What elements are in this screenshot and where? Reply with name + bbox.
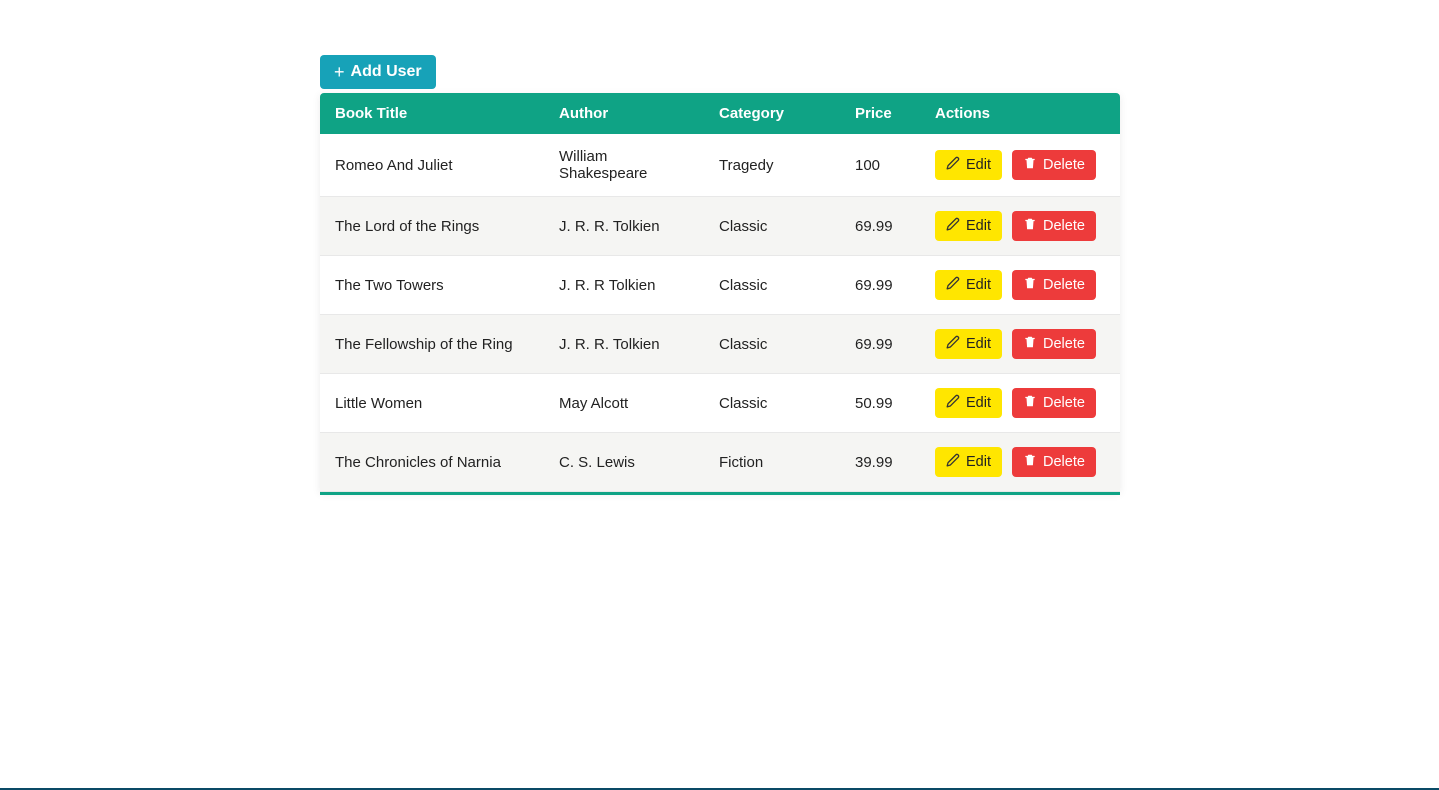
cell-actions: Edit Delete	[920, 433, 1120, 492]
header-title: Book Title	[320, 93, 544, 134]
cell-category: Classic	[704, 315, 840, 374]
table-row: Romeo And JulietWilliam ShakespeareTrage…	[320, 134, 1120, 197]
table-row: Little WomenMay AlcottClassic50.99 Edit De…	[320, 374, 1120, 433]
delete-button[interactable]: Delete	[1012, 388, 1096, 418]
trash-icon	[1023, 394, 1037, 412]
delete-button[interactable]: Delete	[1012, 211, 1096, 241]
trash-icon	[1023, 217, 1037, 235]
edit-button[interactable]: Edit	[935, 388, 1002, 418]
cell-category: Classic	[704, 197, 840, 256]
cell-category: Fiction	[704, 433, 840, 492]
books-table: Book Title Author Category Price Actions…	[320, 93, 1120, 492]
header-price: Price	[840, 93, 920, 134]
pencil-icon	[946, 156, 960, 174]
edit-label: Edit	[966, 277, 991, 293]
cell-title: The Fellowship of the Ring	[320, 315, 544, 374]
delete-button[interactable]: Delete	[1012, 329, 1096, 359]
cell-price: 50.99	[840, 374, 920, 433]
header-actions: Actions	[920, 93, 1120, 134]
delete-label: Delete	[1043, 395, 1085, 411]
cell-author: J. R. R. Tolkien	[544, 315, 704, 374]
edit-label: Edit	[966, 336, 991, 352]
delete-label: Delete	[1043, 336, 1085, 352]
actions-wrap: Edit Delete	[935, 150, 1105, 180]
cell-actions: Edit Delete	[920, 134, 1120, 197]
edit-label: Edit	[966, 395, 991, 411]
table-header: Book Title Author Category Price Actions	[320, 93, 1120, 134]
delete-button[interactable]: Delete	[1012, 150, 1096, 180]
trash-icon	[1023, 453, 1037, 471]
actions-wrap: Edit Delete	[935, 211, 1105, 241]
edit-label: Edit	[966, 454, 991, 470]
cell-actions: Edit Delete	[920, 374, 1120, 433]
cell-price: 100	[840, 134, 920, 197]
trash-icon	[1023, 335, 1037, 353]
edit-button[interactable]: Edit	[935, 211, 1002, 241]
table-row: The Two TowersJ. R. R TolkienClassic69.9…	[320, 256, 1120, 315]
cell-title: The Two Towers	[320, 256, 544, 315]
cell-title: Little Women	[320, 374, 544, 433]
delete-label: Delete	[1043, 218, 1085, 234]
cell-price: 69.99	[840, 256, 920, 315]
table-footer-accent	[320, 492, 1120, 495]
edit-label: Edit	[966, 157, 991, 173]
plus-icon: +	[334, 63, 345, 81]
cell-price: 69.99	[840, 197, 920, 256]
cell-actions: Edit Delete	[920, 256, 1120, 315]
cell-author: J. R. R. Tolkien	[544, 197, 704, 256]
add-user-button[interactable]: + Add User	[320, 55, 436, 89]
table-row: The Chronicles of NarniaC. S. LewisFicti…	[320, 433, 1120, 492]
actions-wrap: Edit Delete	[935, 447, 1105, 477]
add-user-label: Add User	[351, 63, 422, 81]
table-row: The Lord of the RingsJ. R. R. TolkienCla…	[320, 197, 1120, 256]
trash-icon	[1023, 276, 1037, 294]
actions-wrap: Edit Delete	[935, 329, 1105, 359]
pencil-icon	[946, 217, 960, 235]
cell-actions: Edit Delete	[920, 197, 1120, 256]
delete-button[interactable]: Delete	[1012, 270, 1096, 300]
actions-wrap: Edit Delete	[935, 270, 1105, 300]
pencil-icon	[946, 394, 960, 412]
cell-title: The Chronicles of Narnia	[320, 433, 544, 492]
cell-actions: Edit Delete	[920, 315, 1120, 374]
edit-button[interactable]: Edit	[935, 270, 1002, 300]
pencil-icon	[946, 276, 960, 294]
cell-title: Romeo And Juliet	[320, 134, 544, 197]
cell-category: Tragedy	[704, 134, 840, 197]
cell-author: J. R. R Tolkien	[544, 256, 704, 315]
edit-button[interactable]: Edit	[935, 329, 1002, 359]
cell-price: 69.99	[840, 315, 920, 374]
table-row: The Fellowship of the RingJ. R. R. Tolki…	[320, 315, 1120, 374]
pencil-icon	[946, 453, 960, 471]
header-category: Category	[704, 93, 840, 134]
delete-button[interactable]: Delete	[1012, 447, 1096, 477]
trash-icon	[1023, 156, 1037, 174]
cell-category: Classic	[704, 374, 840, 433]
table-body: Romeo And JulietWilliam ShakespeareTrage…	[320, 134, 1120, 492]
cell-price: 39.99	[840, 433, 920, 492]
main-container: + Add User Book Title Author Category Pr…	[320, 55, 1120, 495]
header-author: Author	[544, 93, 704, 134]
actions-wrap: Edit Delete	[935, 388, 1105, 418]
cell-title: The Lord of the Rings	[320, 197, 544, 256]
edit-button[interactable]: Edit	[935, 150, 1002, 180]
pencil-icon	[946, 335, 960, 353]
delete-label: Delete	[1043, 157, 1085, 173]
cell-author: C. S. Lewis	[544, 433, 704, 492]
edit-label: Edit	[966, 218, 991, 234]
cell-category: Classic	[704, 256, 840, 315]
edit-button[interactable]: Edit	[935, 447, 1002, 477]
cell-author: May Alcott	[544, 374, 704, 433]
delete-label: Delete	[1043, 277, 1085, 293]
delete-label: Delete	[1043, 454, 1085, 470]
cell-author: William Shakespeare	[544, 134, 704, 197]
